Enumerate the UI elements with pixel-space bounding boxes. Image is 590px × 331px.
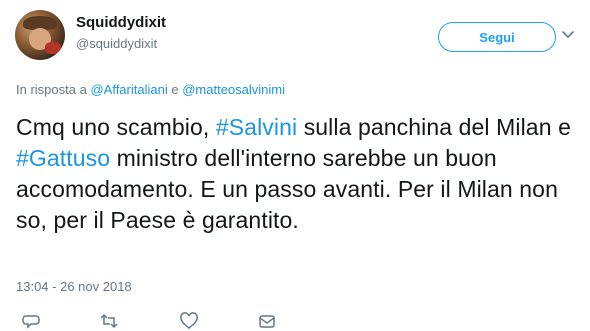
reply-icon[interactable] (22, 312, 40, 330)
tweet-text-part: Cmq uno scambio, (16, 114, 216, 140)
reply-user-link[interactable]: @Affaritaliani (90, 82, 167, 97)
chevron-down-icon[interactable] (560, 26, 576, 42)
reply-context: In risposta a @Affaritaliani e @matteosa… (16, 82, 285, 97)
author-handle[interactable]: @squiddydixit (76, 36, 157, 51)
tweet-timestamp[interactable]: 13:04 - 26 nov 2018 (16, 279, 132, 294)
tweet-text: Cmq uno scambio, #Salvini sulla panchina… (16, 112, 578, 236)
tweet-text-part: sulla panchina del Milan e (297, 114, 571, 140)
hashtag-link[interactable]: #Gattuso (16, 145, 110, 171)
avatar[interactable] (15, 10, 65, 60)
retweet-icon[interactable] (100, 312, 118, 330)
message-icon[interactable] (258, 312, 276, 330)
reply-prefix: In risposta a (16, 82, 87, 97)
reply-conjunction: e (171, 82, 179, 97)
hashtag-link[interactable]: #Salvini (216, 114, 297, 140)
reply-user-link[interactable]: @matteosalvinimi (182, 82, 285, 97)
tweet-actions (0, 312, 590, 331)
follow-button[interactable]: Segui (438, 22, 556, 52)
author-name[interactable]: Squiddydixit (76, 14, 166, 31)
like-icon[interactable] (180, 312, 198, 330)
